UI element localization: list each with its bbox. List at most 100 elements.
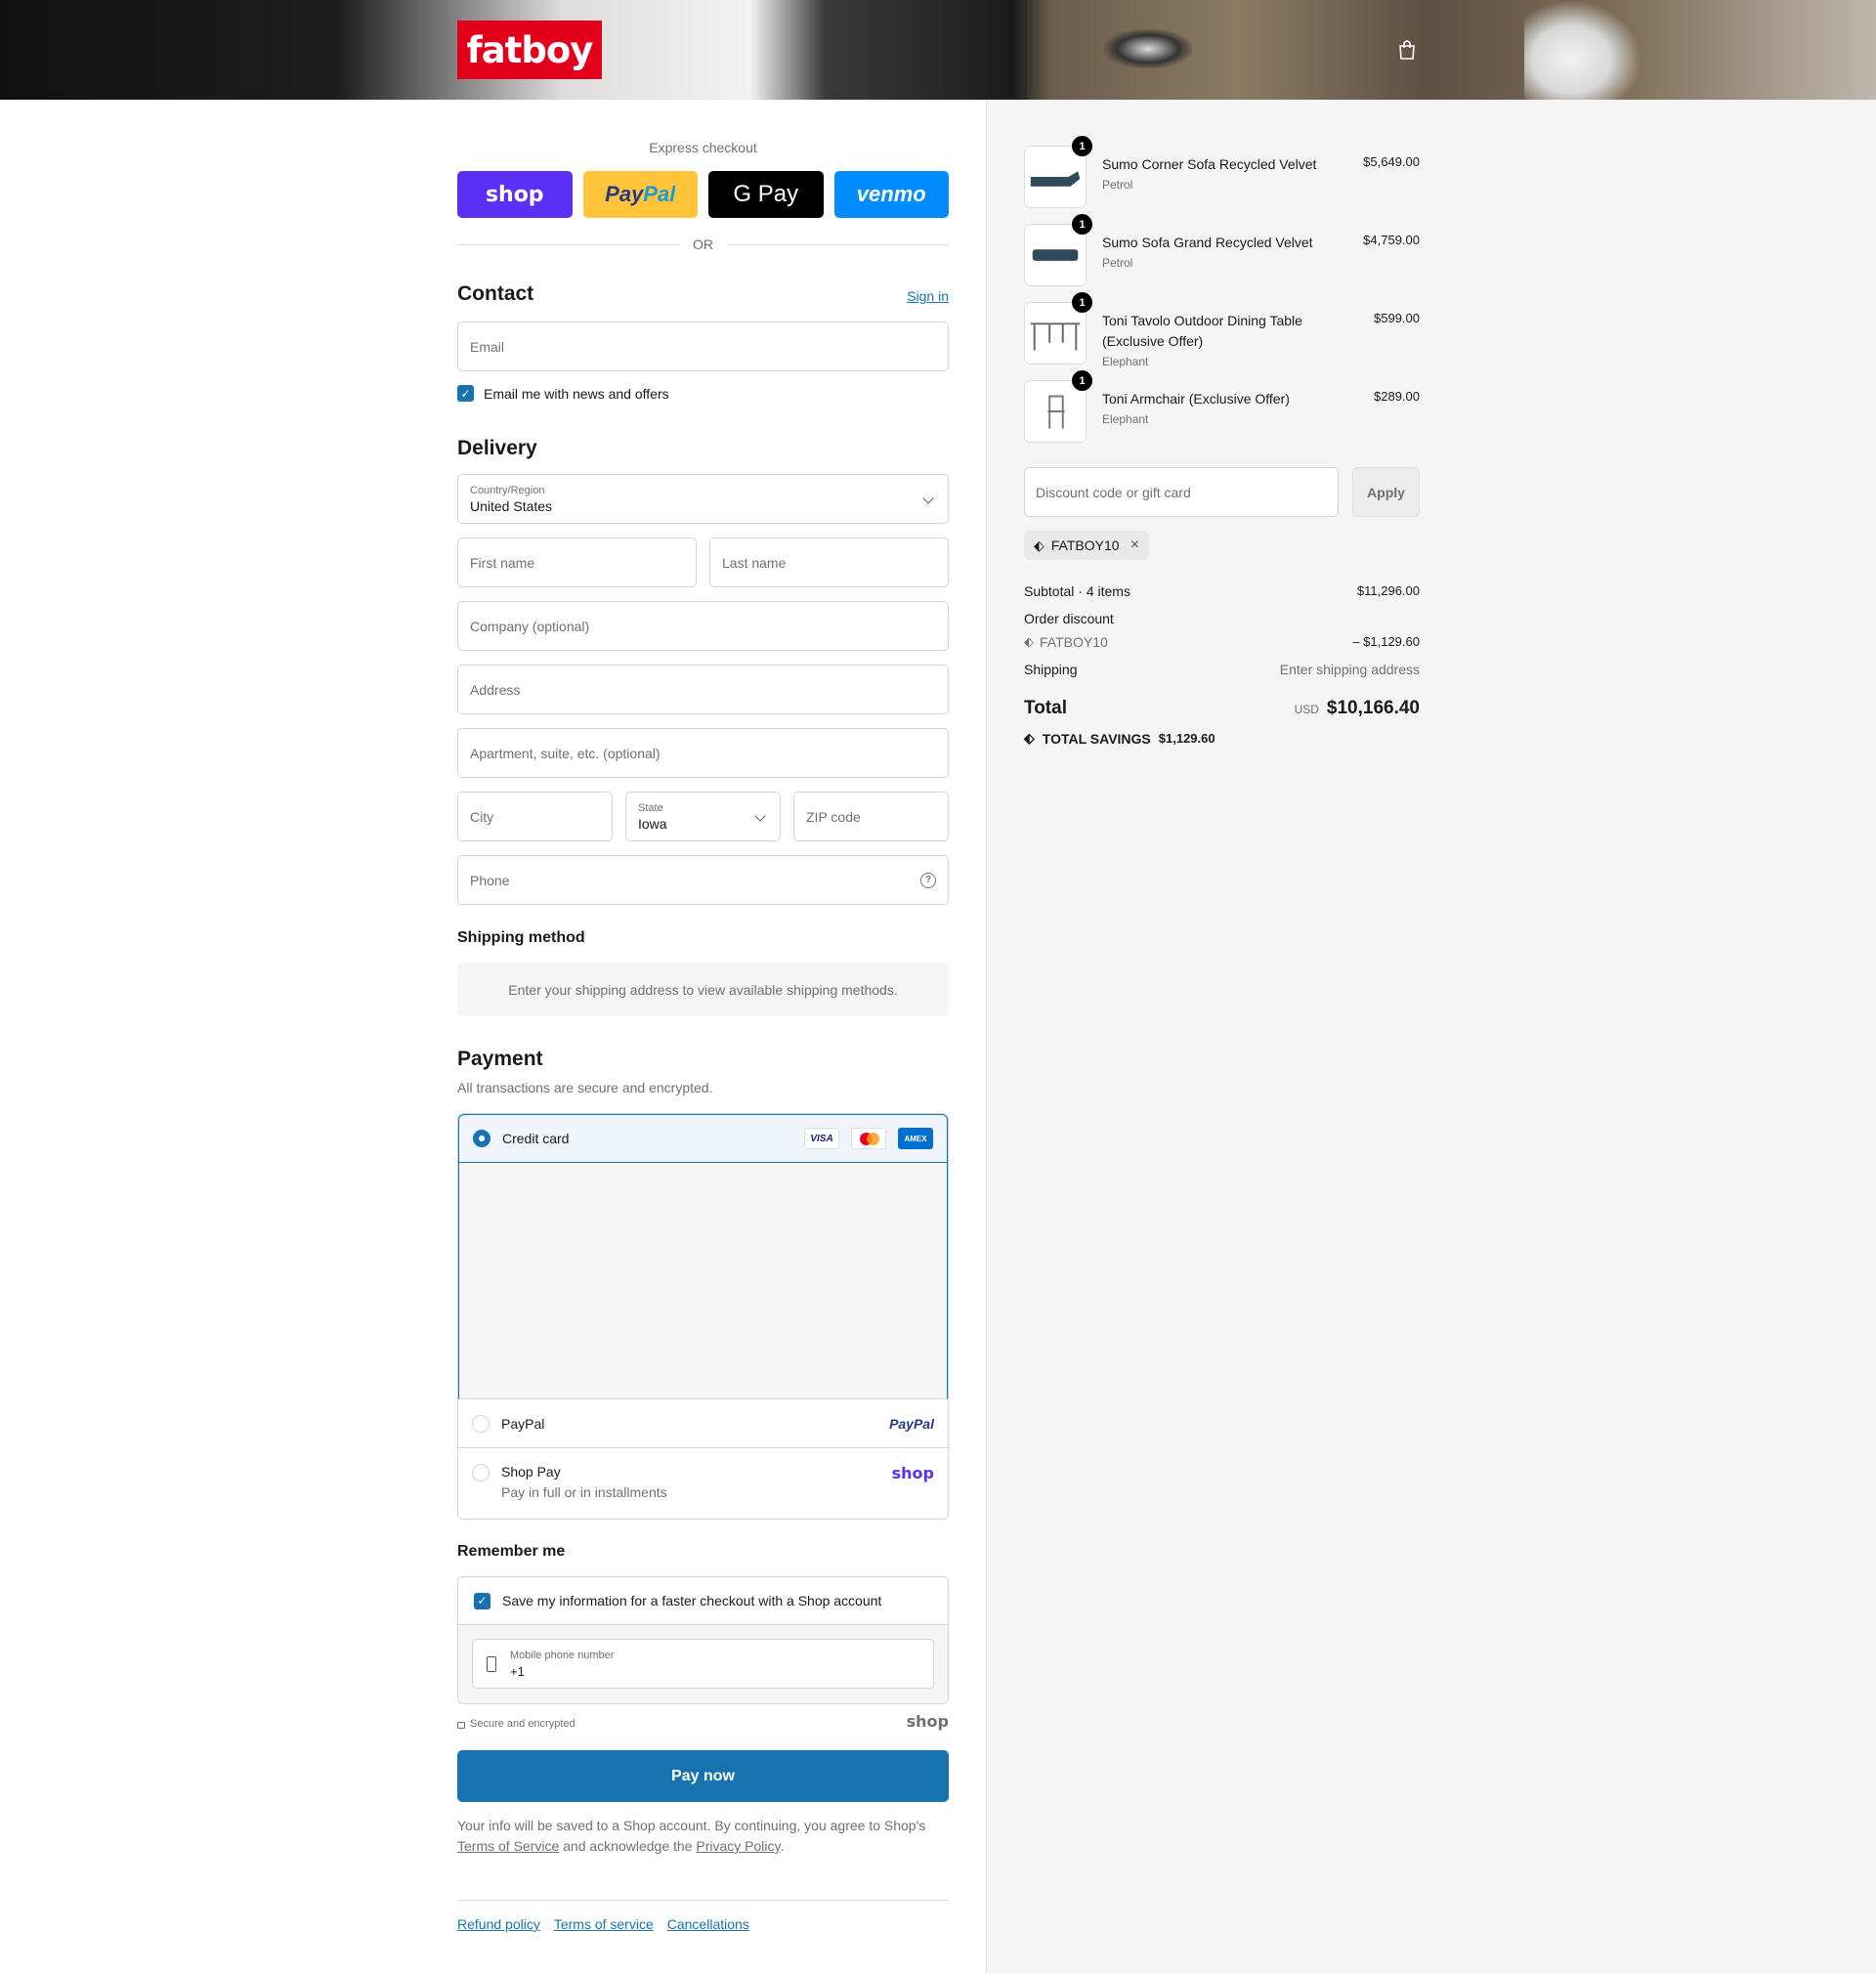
discount-input[interactable]: Discount code or gift card xyxy=(1024,467,1339,517)
country-label: Country/Region xyxy=(470,484,545,496)
address-field[interactable]: Address xyxy=(457,665,949,714)
mobile-phone-field[interactable]: Mobile phone number +1 xyxy=(472,1639,934,1689)
cart-bag-icon[interactable] xyxy=(1397,39,1417,61)
cancellations-link[interactable]: Cancellations xyxy=(667,1916,749,1932)
item-variant: Elephant xyxy=(1102,412,1149,426)
payment-option-shop-pay[interactable]: Shop Pay Pay in full or in installments … xyxy=(458,1448,948,1517)
secure-note: Secure and encrypted xyxy=(457,1718,576,1730)
currency-code: USD xyxy=(1294,703,1319,716)
google-pay-label: G Pay xyxy=(733,181,799,207)
secure-text: Secure and encrypted xyxy=(470,1718,576,1730)
sign-in-link[interactable]: Sign in xyxy=(907,288,949,304)
legal-text-1: Your info will be saved to a Shop accoun… xyxy=(457,1818,926,1833)
save-info-checkbox[interactable]: ✓ xyxy=(474,1592,490,1609)
shipping-row: Shipping Enter shipping address xyxy=(1024,662,1420,677)
paypal-option-label: PayPal xyxy=(501,1415,545,1432)
shipping-label: Shipping xyxy=(1024,662,1078,677)
help-circle-icon[interactable]: ? xyxy=(920,872,936,888)
discount-code-wrap: ⬖ FATBOY10 xyxy=(1024,634,1108,650)
credit-card-radio[interactable] xyxy=(473,1130,490,1147)
cart-item: 1 Sumo Corner Sofa Recycled Velvet Petro… xyxy=(1024,136,1420,210)
payment-option-credit-card[interactable]: Credit card VISA AMEX xyxy=(458,1114,948,1163)
country-value: United States xyxy=(470,497,553,514)
shop-privacy-link[interactable]: Privacy Policy xyxy=(696,1838,780,1854)
tag-icon: ⬖ xyxy=(1024,730,1035,746)
shipping-method-heading: Shipping method xyxy=(457,929,585,946)
country-select[interactable]: Country/Region United States xyxy=(457,474,949,524)
tag-icon: ⬖ xyxy=(1034,536,1045,553)
payment-subtitle: All transactions are secure and encrypte… xyxy=(457,1080,713,1095)
mobile-phone-icon xyxy=(487,1655,496,1672)
express-buttons: shop PayPal G Pay venmo xyxy=(457,171,949,218)
close-icon[interactable]: × xyxy=(1130,536,1139,554)
save-info-label: Save my information for a faster checkou… xyxy=(502,1593,882,1608)
applied-code: FATBOY10 xyxy=(1050,537,1120,553)
mastercard-icon xyxy=(851,1128,886,1149)
discount-code-row: ⬖ FATBOY10 – $1,129.60 xyxy=(1024,634,1420,650)
company-field[interactable]: Company (optional) xyxy=(457,601,949,651)
item-variant: Petrol xyxy=(1102,256,1133,270)
email-field[interactable]: Email xyxy=(457,322,949,371)
legal-text: Your info will be saved to a Shop accoun… xyxy=(457,1816,949,1857)
footer-divider xyxy=(457,1900,949,1901)
venmo-button[interactable]: venmo xyxy=(833,171,949,218)
news-label: Email me with news and offers xyxy=(484,385,669,402)
discount-amount: – $1,129.60 xyxy=(1352,634,1420,649)
chevron-down-icon xyxy=(754,810,766,822)
discount-placeholder: Discount code or gift card xyxy=(1036,484,1191,500)
legal-text-2: and acknowledge the xyxy=(563,1838,693,1854)
payment-options: Credit card VISA AMEX PayPal PayPal Shop… xyxy=(457,1113,949,1520)
remember-me-box: ✓ Save my information for a faster check… xyxy=(457,1576,949,1704)
terms-of-service-link[interactable]: Terms of service xyxy=(554,1916,654,1932)
shop-pay-radio[interactable] xyxy=(472,1464,490,1481)
contact-heading: Contact xyxy=(457,282,534,305)
fatboy-logo[interactable]: fatboy xyxy=(457,21,602,79)
refund-policy-link[interactable]: Refund policy xyxy=(457,1916,540,1932)
item-variant: Petrol xyxy=(1102,178,1133,192)
savings-label: TOTAL SAVINGS xyxy=(1042,730,1151,747)
paypal-radio[interactable] xyxy=(472,1414,490,1433)
item-name-block: Sumo Corner Sofa Recycled Velvet Petrol xyxy=(1102,154,1317,195)
email-placeholder: Email xyxy=(470,338,505,355)
mobile-phone-label: Mobile phone number xyxy=(510,1649,615,1661)
total-label: Total xyxy=(1024,698,1067,718)
express-checkout-title: Express checkout xyxy=(649,140,757,155)
shipping-value: Enter shipping address xyxy=(1279,662,1420,677)
cart-item: 1 Toni Tavolo Outdoor Dining Table (Excl… xyxy=(1024,292,1420,368)
save-info-row[interactable]: ✓ Save my information for a faster check… xyxy=(458,1577,948,1625)
cart-item: 1 Toni Armchair (Exclusive Offer) Elepha… xyxy=(1024,370,1420,445)
address-placeholder: Address xyxy=(470,681,521,698)
news-checkbox-row[interactable]: ✓ Email me with news and offers xyxy=(457,385,669,402)
last-name-field[interactable]: Last name xyxy=(709,537,949,587)
credit-card-form-area xyxy=(458,1163,948,1399)
mobile-phone-value: +1 xyxy=(510,1663,525,1679)
state-select[interactable]: State Iowa xyxy=(625,792,781,841)
news-checkbox[interactable]: ✓ xyxy=(457,385,474,402)
tag-icon: ⬖ xyxy=(1024,634,1034,649)
apply-button[interactable]: Apply xyxy=(1352,467,1420,517)
quantity-badge: 1 xyxy=(1072,214,1092,235)
apartment-placeholder: Apartment, suite, etc. (optional) xyxy=(470,745,661,761)
first-name-field[interactable]: First name xyxy=(457,537,697,587)
state-label: State xyxy=(638,801,663,814)
apartment-field[interactable]: Apartment, suite, etc. (optional) xyxy=(457,728,949,778)
shop-terms-link[interactable]: Terms of Service xyxy=(457,1838,559,1854)
total-savings: ⬖ TOTAL SAVINGS $1,129.60 xyxy=(1024,730,1215,747)
cart-item: 1 Sumo Sofa Grand Recycled Velvet Petrol… xyxy=(1024,214,1420,288)
shop-pay-label: Shop Pay xyxy=(501,1464,561,1480)
city-field[interactable]: City xyxy=(457,792,613,841)
google-pay-button[interactable]: G Pay xyxy=(708,171,824,218)
phone-field[interactable]: Phone ? xyxy=(457,855,949,905)
item-name-block: Toni Armchair (Exclusive Offer) Elephant xyxy=(1102,389,1317,430)
shop-pay-button[interactable]: shop xyxy=(457,171,573,218)
shop-pay-logo: shop xyxy=(891,1464,934,1482)
header-banner xyxy=(0,0,1876,100)
paypal-button[interactable]: PayPal xyxy=(582,171,698,218)
payment-option-paypal[interactable]: PayPal PayPal xyxy=(458,1399,948,1448)
or-text: OR xyxy=(693,236,713,252)
pay-now-button[interactable]: Pay now xyxy=(457,1750,949,1802)
first-name-placeholder: First name xyxy=(470,554,535,571)
company-placeholder: Company (optional) xyxy=(470,618,590,634)
zip-field[interactable]: ZIP code xyxy=(793,792,949,841)
lock-icon xyxy=(457,1721,465,1729)
